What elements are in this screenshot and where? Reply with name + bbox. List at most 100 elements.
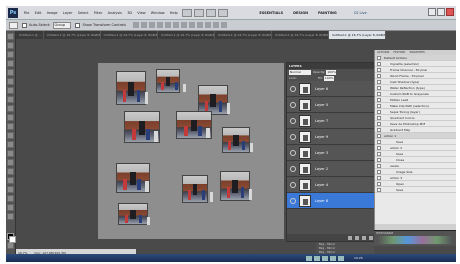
distribute-left-icon[interactable] [205, 22, 211, 28]
history-brush-tool-icon[interactable] [7, 114, 14, 121]
action-toggle-checkbox[interactable] [377, 121, 381, 126]
photo-layer[interactable] [116, 163, 150, 193]
document-tab[interactable]: Untitled-1 @ 16.7% (Layer 8, RGB/8) [101, 31, 158, 39]
align-bottom-icon[interactable] [149, 22, 155, 28]
visibility-eye-icon[interactable] [290, 101, 296, 108]
photo-layer[interactable] [220, 171, 250, 201]
action-toggle-checkbox[interactable] [377, 139, 381, 144]
menu-filter[interactable]: Filter [91, 11, 105, 15]
layer-style-icon[interactable] [355, 235, 359, 240]
distribute-top-icon[interactable] [181, 22, 187, 28]
action-toggle-checkbox[interactable] [377, 169, 381, 174]
action-toggle-checkbox[interactable] [377, 97, 381, 102]
action-step[interactable]: Save [375, 187, 456, 193]
document-tab[interactable]: Untitled-1 @ 16.7% (Layer 8, RGB/8) [272, 31, 329, 39]
menu-select[interactable]: Select [75, 11, 91, 15]
menu-analysis[interactable]: Analysis [105, 11, 125, 15]
distribute-bottom-icon[interactable] [197, 22, 203, 28]
cs-live-button[interactable]: CS Live [354, 11, 367, 15]
action-toggle-checkbox[interactable] [377, 67, 381, 72]
tab-history[interactable]: HISTORY [391, 50, 407, 55]
menu-help[interactable]: Help [167, 11, 180, 15]
action-toggle-checkbox[interactable] [377, 127, 381, 132]
auto-select-checkbox[interactable] [22, 22, 27, 28]
align-middle-icon[interactable] [141, 22, 147, 28]
eraser-tool-icon[interactable] [7, 123, 14, 130]
menu-file[interactable]: File [21, 11, 32, 15]
photo-layer[interactable] [182, 175, 208, 203]
action-toggle-checkbox[interactable] [377, 163, 381, 168]
photo-layer[interactable] [118, 203, 148, 225]
zoom-tool-icon[interactable] [7, 213, 14, 220]
tab-swatches[interactable]: SWATCHES [408, 50, 427, 55]
volume-icon[interactable] [338, 255, 344, 261]
align-right-icon[interactable] [173, 22, 179, 28]
photo-layer[interactable] [222, 127, 250, 153]
photo-layer[interactable] [116, 71, 146, 105]
action-toggle-checkbox[interactable] [377, 73, 381, 78]
shape-tool-icon[interactable] [7, 186, 14, 193]
blend-mode-dropdown[interactable]: Normal [289, 69, 311, 75]
photo-layer[interactable] [124, 111, 160, 143]
menu-3d[interactable]: 3D [125, 11, 135, 15]
align-left-icon[interactable] [157, 22, 163, 28]
link-layers-icon[interactable] [348, 235, 352, 240]
visibility-eye-icon[interactable] [290, 197, 296, 204]
document-tab[interactable]: Untitled-1 @ 16.7% (Layer 8, RGB/8) [158, 31, 215, 39]
action-toggle-checkbox[interactable] [377, 133, 381, 138]
lasso-tool-icon[interactable] [7, 51, 14, 58]
workspace-essentials[interactable]: ESSENTIALS [254, 11, 288, 15]
action-toggle-checkbox[interactable] [377, 175, 381, 180]
photo-layer[interactable] [176, 111, 212, 139]
action-toggle-checkbox[interactable] [377, 181, 381, 186]
tray-icon[interactable] [322, 255, 328, 261]
document-tab[interactable]: Untitled-1 @ 16.7% (Layer 8, RGB/8) [215, 31, 272, 39]
tray-icon[interactable] [306, 255, 312, 261]
workspace-design[interactable]: DESIGN [288, 11, 313, 15]
action-toggle-checkbox[interactable] [377, 61, 381, 66]
visibility-eye-icon[interactable] [290, 149, 296, 156]
action-toggle-checkbox[interactable] [377, 157, 381, 162]
restore-icon[interactable] [437, 8, 445, 16]
menu-window[interactable]: Window [148, 11, 167, 15]
visibility-eye-icon[interactable] [290, 133, 296, 140]
menu-image[interactable]: Image [44, 11, 60, 15]
align-top-icon[interactable] [133, 22, 139, 28]
pen-tool-icon[interactable] [7, 159, 14, 166]
action-toggle-checkbox[interactable] [377, 145, 381, 150]
mini-bridge-button[interactable] [194, 8, 205, 17]
distribute-center-icon[interactable] [213, 22, 219, 28]
dodge-tool-icon[interactable] [7, 150, 14, 157]
brush-tool-icon[interactable] [7, 96, 14, 103]
action-toggle-checkbox[interactable] [377, 91, 381, 96]
visibility-eye-icon[interactable] [290, 181, 296, 188]
action-toggle-checkbox[interactable] [377, 187, 381, 192]
fill-input[interactable]: 100% [323, 75, 334, 81]
action-toggle-checkbox[interactable] [377, 115, 381, 120]
taskbar-clock[interactable]: 10:25 [354, 256, 363, 260]
action-toggle-checkbox[interactable] [377, 85, 381, 90]
3d-rotate-tool-icon[interactable] [7, 195, 14, 202]
distribute-right-icon[interactable] [221, 22, 227, 28]
action-toggle-checkbox[interactable] [377, 103, 381, 108]
add-mask-icon[interactable] [362, 235, 366, 240]
action-toggle-checkbox[interactable] [377, 151, 381, 156]
move-tool-preset[interactable] [9, 21, 18, 29]
opacity-input[interactable]: 100% [326, 69, 337, 75]
eyedropper-tool-icon[interactable] [7, 78, 14, 85]
document-tab[interactable]: Untitled-1 @ 16.7% (Layer 8, RGB/8) [44, 31, 101, 39]
visibility-eye-icon[interactable] [290, 85, 296, 92]
distribute-middle-icon[interactable] [189, 22, 195, 28]
hand-tool-icon[interactable] [7, 204, 14, 211]
background-color-swatch[interactable] [9, 236, 16, 243]
document-canvas[interactable] [98, 63, 284, 239]
marquee-tool-icon[interactable] [7, 42, 14, 49]
workspace-painting[interactable]: PAINTING [313, 11, 342, 15]
document-tab[interactable]: Untitled-1 @ ... [16, 31, 44, 39]
action-toggle-checkbox[interactable] [377, 55, 381, 60]
clone-stamp-tool-icon[interactable] [7, 105, 14, 112]
tab-actions[interactable]: ACTIONS [375, 50, 391, 55]
zoom-level-button[interactable] [206, 8, 217, 17]
visibility-eye-icon[interactable] [290, 117, 296, 124]
quick-select-tool-icon[interactable] [7, 60, 14, 67]
